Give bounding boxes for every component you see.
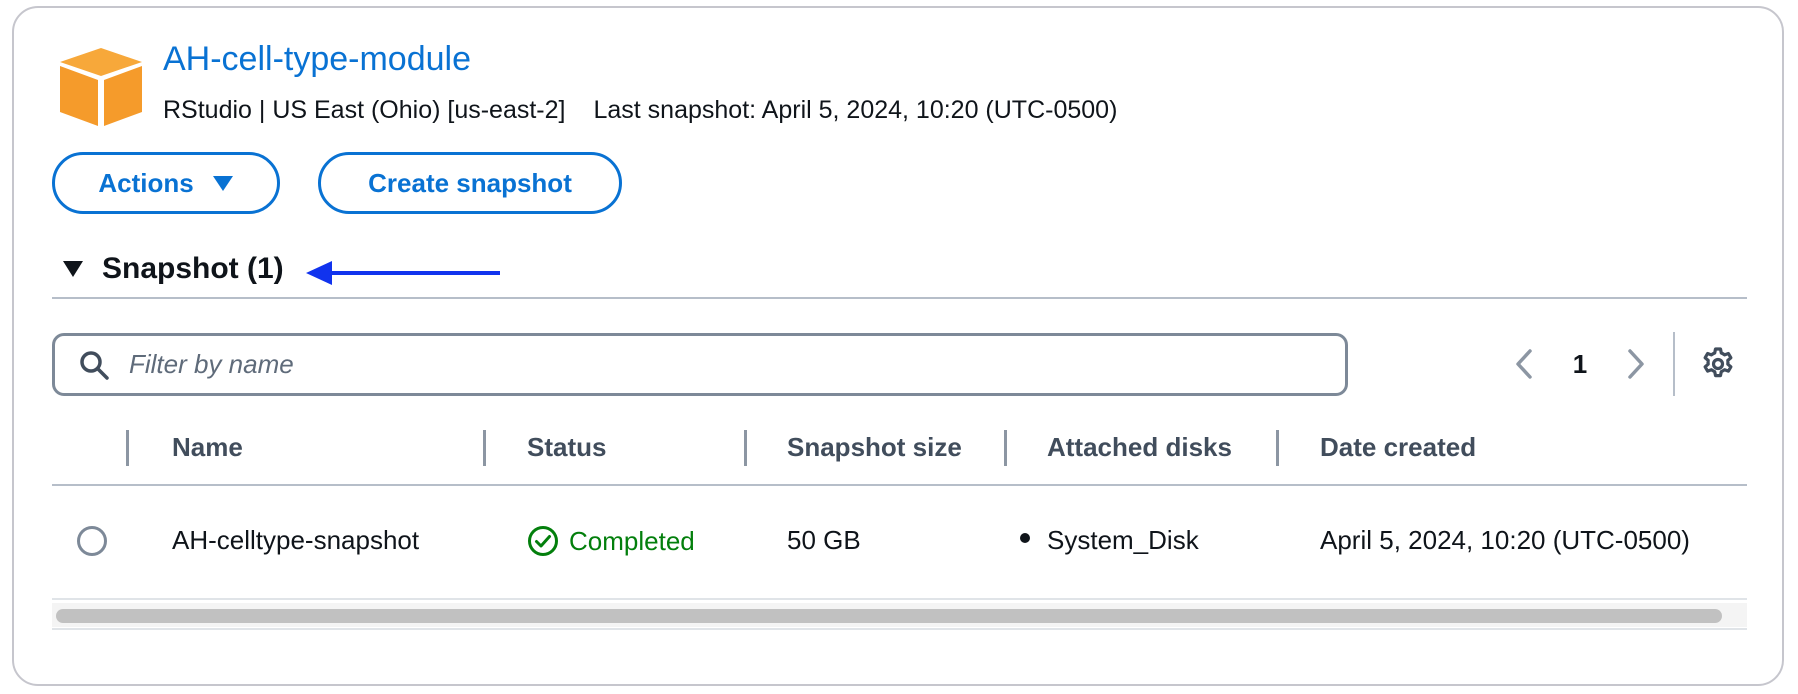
date-created-cell: April 5, 2024, 10:20 (UTC-0500) xyxy=(1320,525,1690,555)
section-divider xyxy=(52,297,1747,299)
last-snapshot-info: Last snapshot: April 5, 2024, 10:20 (UTC… xyxy=(593,96,1118,124)
triangle-down-icon xyxy=(63,261,83,277)
column-resizer[interactable] xyxy=(1276,430,1279,466)
annotation-arrow-icon xyxy=(306,261,500,285)
box-icon xyxy=(60,48,142,126)
create-snapshot-button[interactable]: Create snapshot xyxy=(318,152,622,214)
chevron-right-icon[interactable] xyxy=(1618,346,1654,382)
table-header-divider xyxy=(52,484,1747,486)
check-circle-icon xyxy=(528,526,558,556)
column-resizer[interactable] xyxy=(744,430,747,466)
attached-disk-item: System_Disk xyxy=(1047,525,1199,555)
status-text: Completed xyxy=(569,525,695,556)
chevron-left-icon[interactable] xyxy=(1506,346,1542,382)
caret-down-icon xyxy=(212,176,233,191)
row-select-radio[interactable] xyxy=(77,526,107,556)
search-icon xyxy=(80,350,109,380)
bullet-icon xyxy=(1020,533,1030,543)
status-cell: Completed xyxy=(527,525,695,557)
section-title: Snapshot (1) xyxy=(102,252,284,285)
column-resizer[interactable] xyxy=(126,430,129,466)
filter-box[interactable] xyxy=(52,333,1348,396)
column-resizer[interactable] xyxy=(483,430,486,466)
column-header-date-created[interactable]: Date created xyxy=(1320,432,1476,463)
gear-icon[interactable] xyxy=(1700,346,1736,382)
column-header-snapshot-size[interactable]: Snapshot size xyxy=(787,432,962,463)
instance-subtitle: RStudio | US East (Ohio) [us-east-2] Last… xyxy=(163,96,1117,125)
create-snapshot-button-label: Create snapshot xyxy=(368,167,572,198)
horizontal-scrollbar-thumb[interactable] xyxy=(56,609,1722,623)
table-row-divider xyxy=(52,598,1747,600)
page-title[interactable]: AH-cell-type-module xyxy=(163,40,471,79)
table-bottom-divider xyxy=(52,628,1747,630)
actions-button-label: Actions xyxy=(98,167,194,198)
instance-info: RStudio | US East (Ohio) [us-east-2] xyxy=(163,96,566,124)
column-header-name[interactable]: Name xyxy=(172,432,243,463)
filter-input[interactable] xyxy=(127,348,1311,381)
column-resizer[interactable] xyxy=(1004,430,1007,466)
pager-divider xyxy=(1673,332,1675,396)
snapshot-size-cell: 50 GB xyxy=(787,525,861,555)
snapshot-name-cell: AH-celltype-snapshot xyxy=(172,525,420,555)
snapshot-section-toggle[interactable]: Snapshot (1) xyxy=(62,252,284,286)
actions-button[interactable]: Actions xyxy=(52,152,280,214)
column-header-status[interactable]: Status xyxy=(527,432,606,463)
current-page-number[interactable]: 1 xyxy=(1562,346,1598,382)
column-header-attached-disks[interactable]: Attached disks xyxy=(1047,432,1232,463)
